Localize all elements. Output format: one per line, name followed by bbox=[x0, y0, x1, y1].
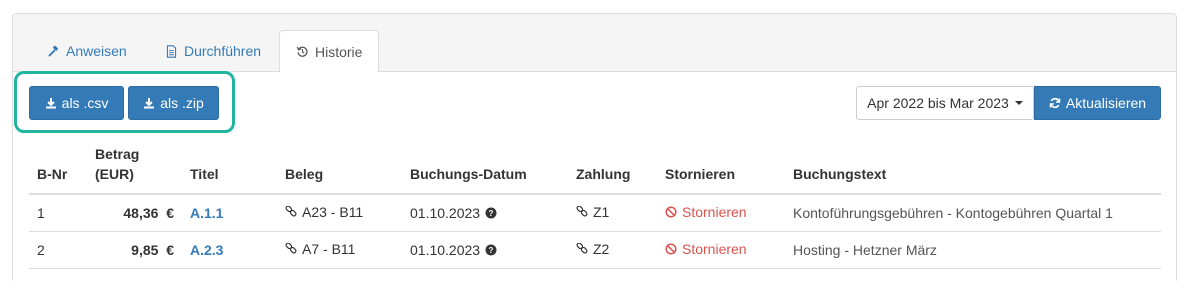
history-icon bbox=[296, 46, 308, 57]
cell-beleg: A23 - B11 bbox=[277, 194, 402, 232]
cell-stornieren: Stornieren bbox=[657, 194, 785, 232]
zahlung-label: Z1 bbox=[593, 204, 610, 221]
refresh-icon bbox=[1049, 97, 1061, 109]
refresh-label: Aktualisieren bbox=[1065, 95, 1147, 111]
cell-buchungstext: Hosting - Hetzner März bbox=[785, 231, 1161, 269]
beleg-label: A7 - B11 bbox=[302, 241, 356, 257]
cell-datum: 01.10.2023 ? bbox=[402, 194, 568, 232]
question-circle-icon[interactable]: ? bbox=[485, 207, 497, 219]
stornieren-label: Stornieren bbox=[682, 204, 747, 221]
export-csv-button[interactable]: als .csv bbox=[29, 86, 124, 120]
question-circle-icon[interactable]: ? bbox=[485, 244, 497, 256]
header-datum: Buchungs-Datum bbox=[402, 144, 568, 195]
download-icon bbox=[45, 98, 56, 109]
gavel-icon bbox=[48, 45, 59, 56]
link-icon bbox=[576, 206, 588, 217]
tab-anweisen-label: Anweisen bbox=[66, 43, 127, 59]
link-icon bbox=[576, 243, 588, 254]
header-zahlung: Zahlung bbox=[568, 144, 657, 195]
export-csv-label: als .csv bbox=[61, 95, 109, 111]
date-range-label: Apr 2022 bis Mar 2023 bbox=[867, 95, 1009, 111]
header-buchungstext: Buchungstext bbox=[785, 144, 1161, 195]
cell-nr: 1 bbox=[29, 194, 87, 232]
titel-link[interactable]: A.1.1 bbox=[190, 205, 223, 221]
cell-betrag: 9,85 € bbox=[87, 231, 182, 269]
betrag-value: 9,85 bbox=[131, 241, 159, 258]
cell-nr: 2 bbox=[29, 231, 87, 269]
beleg-link[interactable]: A23 - B11 bbox=[285, 204, 363, 220]
cell-titel: A.1.1 bbox=[182, 194, 277, 232]
beleg-link[interactable]: A7 - B11 bbox=[285, 241, 355, 257]
header-betrag-line1: Betrag bbox=[95, 146, 140, 162]
link-icon bbox=[285, 243, 297, 254]
svg-text:?: ? bbox=[489, 209, 494, 218]
cell-datum: 01.10.2023 ? bbox=[402, 231, 568, 269]
cell-titel: A.2.3 bbox=[182, 231, 277, 269]
export-zip-button[interactable]: als .zip bbox=[128, 86, 219, 120]
header-nr: B-Nr bbox=[29, 144, 87, 195]
history-table: B-Nr Betrag (EUR) Titel Beleg Buchungs-D… bbox=[29, 144, 1161, 269]
header-betrag: Betrag (EUR) bbox=[87, 144, 182, 195]
header-betrag-line2: (EUR) bbox=[95, 166, 134, 182]
cell-buchungstext: Kontoführungsgebühren - Kontogebühren Qu… bbox=[785, 194, 1161, 232]
beleg-label: A23 - B11 bbox=[302, 204, 364, 221]
caret-down-icon bbox=[1014, 101, 1023, 105]
stornieren-link[interactable]: Stornieren bbox=[665, 241, 747, 257]
download-icon bbox=[144, 98, 155, 109]
link-icon bbox=[285, 206, 297, 217]
tab-bar: Anweisen Durchführen Historie bbox=[13, 30, 1176, 73]
stornieren-link[interactable]: Stornieren bbox=[665, 204, 747, 220]
zahlung-link[interactable]: Z2 bbox=[576, 241, 609, 257]
zahlung-label: Z2 bbox=[593, 241, 610, 257]
header-beleg: Beleg bbox=[277, 144, 402, 195]
export-zip-label: als .zip bbox=[160, 95, 204, 111]
cell-stornieren: Stornieren bbox=[657, 231, 785, 269]
tab-historie[interactable]: Historie bbox=[279, 30, 380, 73]
datum-value: 01.10.2023 bbox=[410, 241, 481, 258]
svg-text:?: ? bbox=[489, 246, 494, 255]
ban-icon bbox=[665, 243, 677, 255]
table-row: 2 9,85 € A.2.3 A7 - B11 01.10.2023 ? Z2 … bbox=[29, 231, 1161, 269]
cell-zahlung: Z2 bbox=[568, 231, 657, 269]
datum-value: 01.10.2023 bbox=[410, 204, 481, 221]
betrag-value: 48,36 bbox=[123, 204, 159, 221]
tab-historie-label: Historie bbox=[315, 43, 363, 60]
tab-durchfuehren[interactable]: Durchführen bbox=[165, 30, 261, 72]
table-row: 1 48,36 € A.1.1 A23 - B11 01.10.2023 ? Z… bbox=[29, 194, 1161, 232]
cell-beleg: A7 - B11 bbox=[277, 231, 402, 269]
file-text-icon bbox=[166, 44, 177, 58]
tab-durchfuehren-label: Durchführen bbox=[184, 43, 262, 59]
header-titel: Titel bbox=[182, 144, 277, 195]
zahlung-link[interactable]: Z1 bbox=[576, 204, 609, 220]
header-stornieren: Stornieren bbox=[657, 144, 785, 195]
currency-symbol: € bbox=[166, 204, 174, 221]
table-header-row: B-Nr Betrag (EUR) Titel Beleg Buchungs-D… bbox=[29, 144, 1161, 195]
tab-anweisen[interactable]: Anweisen bbox=[47, 30, 127, 72]
stornieren-label: Stornieren bbox=[682, 241, 747, 257]
ban-icon bbox=[665, 206, 677, 218]
refresh-button[interactable]: Aktualisieren bbox=[1034, 86, 1161, 120]
titel-link[interactable]: A.2.3 bbox=[190, 242, 223, 258]
date-range-dropdown[interactable]: Apr 2022 bis Mar 2023 bbox=[856, 86, 1034, 120]
cell-betrag: 48,36 € bbox=[87, 194, 182, 232]
currency-symbol: € bbox=[166, 241, 174, 258]
cell-zahlung: Z1 bbox=[568, 194, 657, 232]
